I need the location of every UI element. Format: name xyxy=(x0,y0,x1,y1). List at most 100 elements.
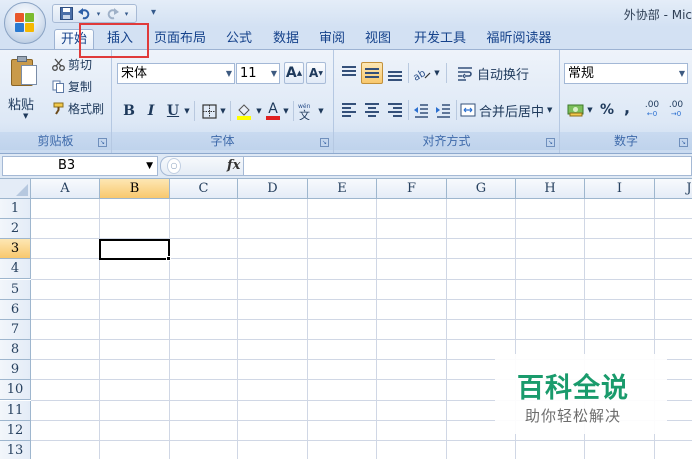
row-header-11[interactable]: 11 xyxy=(0,401,31,421)
insert-function-button[interactable]: fx xyxy=(227,157,240,175)
fill-color-button[interactable] xyxy=(233,100,255,122)
accounting-dropdown-icon[interactable]: ▼ xyxy=(586,99,594,121)
column-header-d[interactable]: D xyxy=(238,179,308,199)
shrink-font-button[interactable]: A ▼ xyxy=(306,62,326,84)
column-header-h[interactable]: H xyxy=(516,179,585,199)
bold-button[interactable]: B xyxy=(120,100,138,122)
tab-developer[interactable]: 开发工具 xyxy=(410,29,470,49)
font-dialog-launcher-icon[interactable]: ↘ xyxy=(320,138,329,147)
tab-data[interactable]: 数据 xyxy=(268,29,304,49)
comma-style-button[interactable]: , xyxy=(620,96,634,118)
column-header-e[interactable]: E xyxy=(308,179,377,199)
save-icon[interactable] xyxy=(59,6,74,21)
row-header-2[interactable]: 2 xyxy=(0,219,31,239)
tab-foxit-reader[interactable]: 福昕阅读器 xyxy=(482,29,556,49)
paste-button[interactable]: 粘贴 ▼ xyxy=(6,54,46,120)
copy-button[interactable]: 复制 xyxy=(52,77,92,95)
row-header-1[interactable]: 1 xyxy=(0,199,31,219)
select-all-button[interactable] xyxy=(0,179,31,199)
column-header-b[interactable]: B xyxy=(100,179,170,199)
align-right-button[interactable] xyxy=(384,99,406,121)
align-left-button[interactable] xyxy=(338,99,360,121)
active-cell[interactable] xyxy=(99,239,170,260)
font-name-dropdown-icon[interactable]: ▼ xyxy=(226,64,232,83)
increase-indent-button[interactable] xyxy=(432,99,454,121)
paste-dropdown-icon[interactable]: ▼ xyxy=(23,112,28,120)
column-header-g[interactable]: G xyxy=(447,179,516,199)
formula-input[interactable] xyxy=(244,156,692,176)
wrap-text-button[interactable]: 自动换行 xyxy=(456,62,529,84)
tab-page-layout[interactable]: 页面布局 xyxy=(150,29,210,49)
redo-dropdown-icon[interactable]: ▾ xyxy=(123,6,130,21)
grow-font-button[interactable]: A ▲ xyxy=(284,62,304,84)
orientation-dropdown-icon[interactable]: ▼ xyxy=(433,62,441,84)
column-header-c[interactable]: C xyxy=(170,179,238,199)
svg-text:ab: ab xyxy=(412,68,428,81)
align-center-button[interactable] xyxy=(361,99,383,121)
phonetic-dropdown-icon[interactable]: ▼ xyxy=(317,100,325,122)
align-middle-button[interactable] xyxy=(361,62,383,84)
tab-home[interactable]: 开始 xyxy=(54,29,94,49)
row-header-8[interactable]: 8 xyxy=(0,340,31,360)
formula-bar-grip-icon[interactable]: ○ xyxy=(167,158,181,174)
row-header-10[interactable]: 10 xyxy=(0,380,31,400)
row-header-3[interactable]: 3 xyxy=(0,239,31,259)
name-box[interactable]: B3 ▼ xyxy=(2,156,158,176)
row-header-7[interactable]: 7 xyxy=(0,320,31,340)
format-painter-button[interactable]: 格式刷 xyxy=(52,99,104,117)
alignment-dialog-launcher-icon[interactable]: ↘ xyxy=(546,138,555,147)
tab-insert[interactable]: 插入 xyxy=(100,29,140,49)
column-header-i[interactable]: I xyxy=(585,179,655,199)
align-bottom-button[interactable] xyxy=(384,62,406,84)
cut-button[interactable]: 剪切 xyxy=(52,55,92,73)
font-size-combo[interactable]: 11 ▼ xyxy=(236,63,280,84)
merge-center-button[interactable]: 合并后居中 ▼ xyxy=(460,99,552,121)
column-header-f[interactable]: F xyxy=(377,179,447,199)
row-header-13[interactable]: 13 xyxy=(0,441,31,459)
align-top-button[interactable] xyxy=(338,62,360,84)
font-name-combo[interactable]: 宋体 ▼ xyxy=(117,63,235,84)
number-format-combo[interactable]: 常规 ▼ xyxy=(564,63,688,84)
decrease-decimal-button[interactable]: .00 →0 xyxy=(665,99,687,121)
borders-button[interactable] xyxy=(198,100,220,122)
orientation-button[interactable]: ab xyxy=(410,62,434,84)
underline-dropdown-icon[interactable]: ▼ xyxy=(183,100,191,122)
office-button[interactable] xyxy=(4,2,46,44)
fill-handle[interactable] xyxy=(166,256,171,261)
watermark-title: 百科全说 xyxy=(517,373,629,404)
tab-view[interactable]: 视图 xyxy=(362,29,394,49)
column-header-j[interactable]: J xyxy=(655,179,692,199)
name-box-dropdown-icon[interactable]: ▼ xyxy=(146,157,153,175)
redo-icon[interactable] xyxy=(105,6,120,21)
clipboard-dialog-launcher-icon[interactable]: ↘ xyxy=(98,138,107,147)
row-header-4[interactable]: 4 xyxy=(0,259,31,279)
align-bottom-icon xyxy=(385,64,405,82)
number-dialog-launcher-icon[interactable]: ↘ xyxy=(679,138,688,147)
merge-center-dropdown-icon[interactable]: ▼ xyxy=(547,106,552,114)
borders-dropdown-icon[interactable]: ▼ xyxy=(219,100,227,122)
number-format-dropdown-icon[interactable]: ▼ xyxy=(679,64,685,83)
row-header-6[interactable]: 6 xyxy=(0,300,31,320)
italic-button[interactable]: I xyxy=(142,100,160,122)
customize-qat-icon[interactable]: ▾ xyxy=(146,5,161,20)
accounting-format-button[interactable] xyxy=(565,99,587,121)
underline-button[interactable]: U xyxy=(164,100,182,122)
row-header-9[interactable]: 9 xyxy=(0,360,31,380)
percent-style-button[interactable]: % xyxy=(598,99,616,121)
column-header-a[interactable]: A xyxy=(31,179,100,199)
title-bar: ▾ ▾ ▾ 外协部 - Mic xyxy=(0,0,692,27)
tab-formulas[interactable]: 公式 xyxy=(222,29,256,49)
font-color-dropdown-icon[interactable]: ▼ xyxy=(282,100,290,122)
increase-decimal-button[interactable]: .00 ←0 xyxy=(641,99,663,121)
undo-dropdown-icon[interactable]: ▾ xyxy=(95,6,102,21)
row-header-5[interactable]: 5 xyxy=(0,280,31,300)
row-header-12[interactable]: 12 xyxy=(0,421,31,441)
phonetic-button[interactable]: wén 文 xyxy=(295,100,317,122)
tab-review[interactable]: 审阅 xyxy=(316,29,348,49)
font-color-button[interactable]: A xyxy=(264,98,282,120)
row-gridline xyxy=(31,319,692,320)
font-size-dropdown-icon[interactable]: ▼ xyxy=(271,64,277,83)
undo-icon[interactable] xyxy=(77,6,92,21)
decrease-indent-button[interactable] xyxy=(410,99,432,121)
fill-color-dropdown-icon[interactable]: ▼ xyxy=(255,100,263,122)
